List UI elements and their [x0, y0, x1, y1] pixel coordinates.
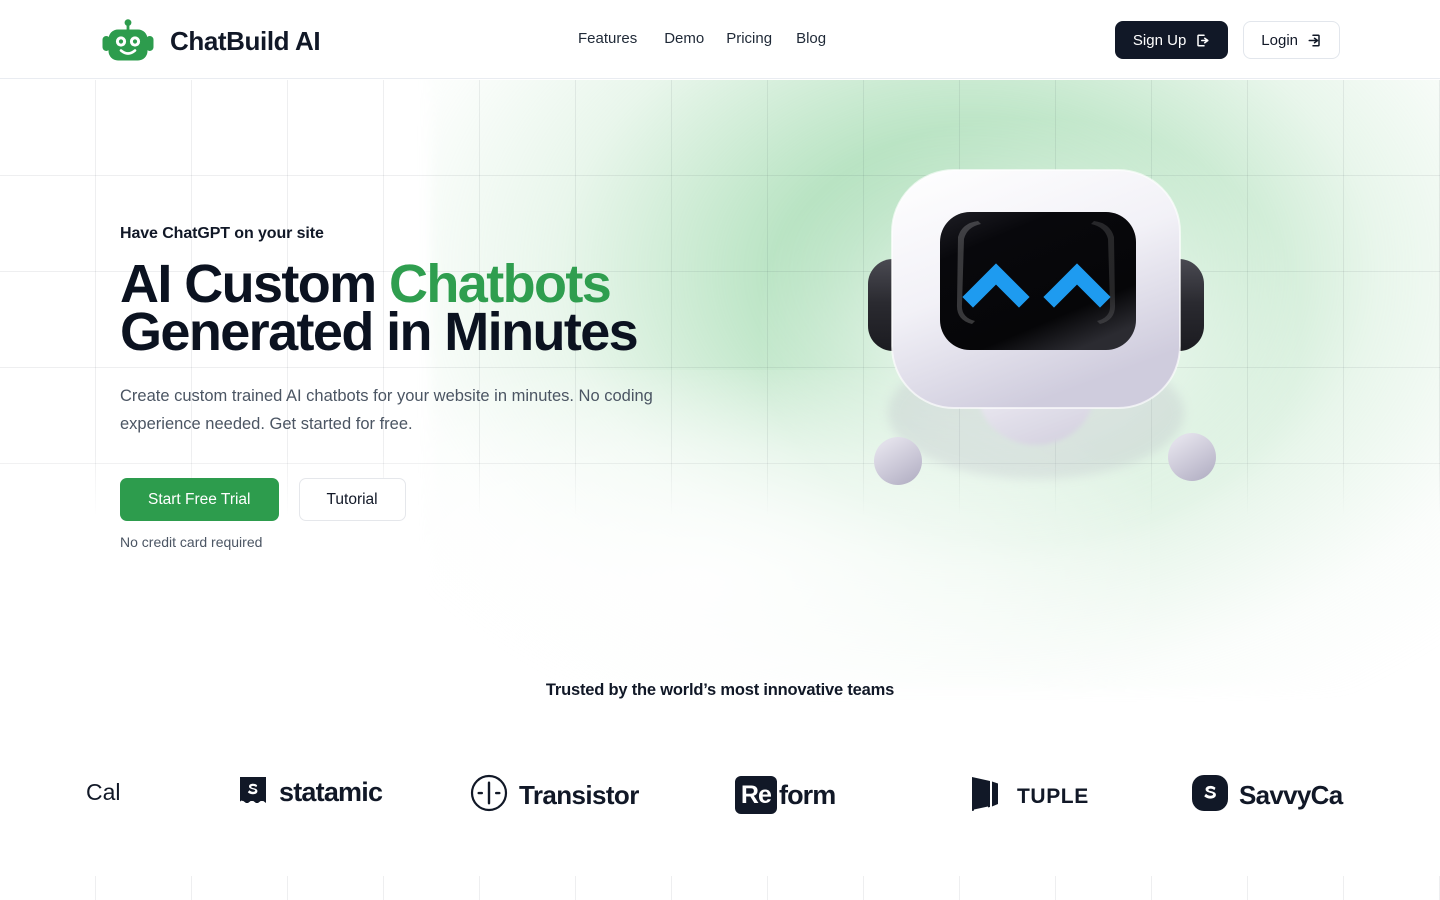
sign-up-label: Sign Up: [1132, 31, 1187, 49]
partner-logo-cal: Cal: [86, 779, 121, 806]
brand-name: ChatBuild AI: [170, 25, 321, 56]
tuple-flag-icon: [970, 775, 1000, 818]
background-grid-bottom: [0, 876, 1440, 900]
login-arrow-icon: [1307, 33, 1322, 48]
nav-item-blog[interactable]: Blog: [796, 30, 848, 47]
brand-logo-link[interactable]: ChatBuild AI: [100, 18, 321, 64]
partner-logo-savvycal-text: SavvyCa: [1239, 780, 1343, 810]
partner-logo-tuple-text: TUPLE: [1017, 784, 1089, 808]
main-nav: Features Demo Pricing Blog: [578, 30, 848, 47]
partner-logo-tuple: TUPLE: [970, 775, 1089, 818]
hero-section: Have ChatGPT on your site AI Custom Chat…: [0, 80, 1440, 900]
no-credit-card-note: No credit card required: [120, 534, 263, 550]
partner-logo-reform-text: form: [779, 779, 836, 810]
partner-logo-statamic-text: statamic: [279, 777, 383, 807]
trusted-by-title: Trusted by the world’s most innovative t…: [545, 681, 895, 699]
login-button[interactable]: Login: [1243, 21, 1340, 59]
partner-logo-cal-text: Cal: [86, 779, 121, 805]
start-free-trial-button[interactable]: Start Free Trial: [120, 478, 279, 521]
nav-item-pricing[interactable]: Pricing: [726, 30, 796, 47]
nav-item-features[interactable]: Features: [578, 30, 664, 47]
partner-logo-row: Cal statamic Transistor Re form TUPLE Sa…: [0, 766, 1440, 822]
hero-subcopy: Create custom trained AI chatbots for yo…: [120, 387, 653, 433]
robot-mascot-illustration: [856, 165, 1216, 565]
sign-up-button[interactable]: Sign Up: [1114, 21, 1229, 59]
page-title: AI Custom Chatbots Generated in Minutes: [120, 257, 740, 359]
headline-line-two: Generated in Minutes: [120, 302, 639, 362]
statamic-s-badge-icon: [238, 775, 268, 810]
partner-logo-statamic: statamic: [238, 775, 383, 810]
savvycal-s-badge-icon: [1192, 775, 1228, 816]
partner-logo-savvycal: SavvyCa: [1192, 775, 1343, 816]
site-header: ChatBuild AI Features Demo Pricing Blog …: [0, 0, 1440, 79]
partner-logo-reform: Re form: [735, 776, 836, 814]
nav-item-demo[interactable]: Demo: [664, 30, 726, 47]
hero-eyebrow: Have ChatGPT on your site: [120, 225, 324, 242]
partner-logo-transistor-text: Transistor: [519, 780, 639, 810]
auth-actions: Sign Up Login: [1114, 21, 1340, 59]
robot-head-icon: [100, 18, 156, 64]
tutorial-button[interactable]: Tutorial: [298, 478, 406, 521]
partner-logo-transistor: Transistor: [470, 774, 639, 817]
hero-cta-row: Start Free Trial Tutorial: [120, 478, 740, 521]
login-label: Login: [1261, 31, 1298, 49]
logout-arrow-icon: [1195, 33, 1210, 48]
reform-re-badge-icon: Re: [735, 776, 777, 814]
hero-copy: Have ChatGPT on your site AI Custom Chat…: [120, 225, 740, 550]
transistor-circle-icon: [470, 774, 508, 817]
